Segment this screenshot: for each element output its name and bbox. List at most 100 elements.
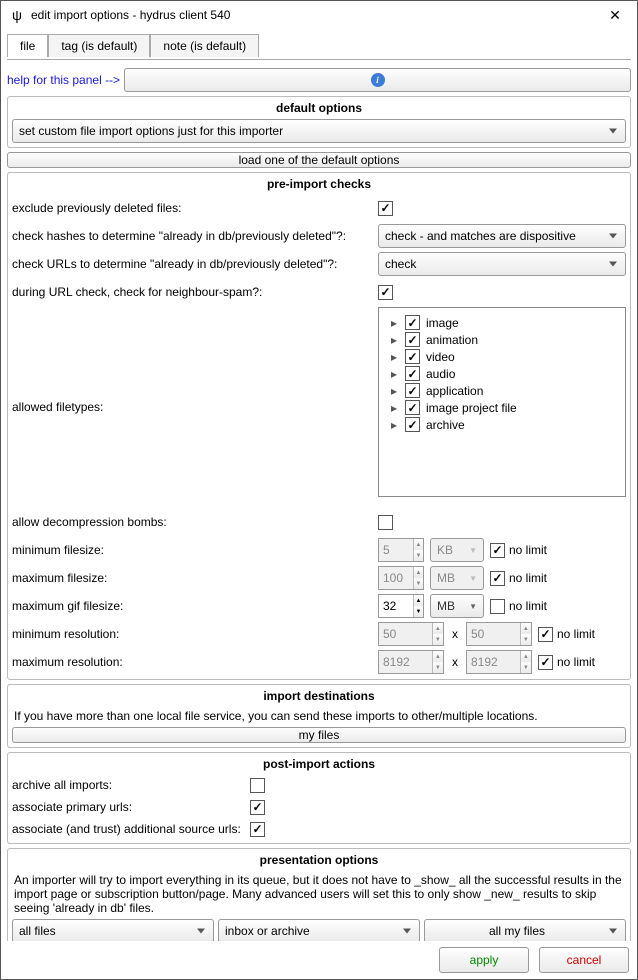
maxgif-unit[interactable]: MB▼: [430, 594, 484, 618]
tab-divider: [7, 59, 631, 60]
minfs-nolimit-checkbox[interactable]: [490, 543, 505, 558]
apply-button[interactable]: apply: [439, 947, 529, 973]
help-label: help for this panel -->: [7, 73, 120, 87]
cancel-button[interactable]: cancel: [539, 947, 629, 973]
filetype-application[interactable]: ▸application: [389, 382, 615, 399]
chevron-right-icon[interactable]: ▸: [389, 401, 399, 415]
additional-label: associate (and trust) additional source …: [12, 822, 244, 836]
hash-select[interactable]: check - and matches are dispositive: [378, 224, 626, 248]
minres-row: minimum resolution: ▲▼ x ▲▼ no limit: [12, 621, 626, 647]
tab-file[interactable]: file: [7, 34, 48, 57]
primary-checkbox[interactable]: [250, 800, 265, 815]
maxfs-label: maximum filesize:: [12, 571, 372, 585]
filetype-checkbox[interactable]: [405, 383, 420, 398]
exclude-row: exclude previously deleted files:: [12, 195, 626, 221]
filetype-checkbox[interactable]: [405, 400, 420, 415]
neighbour-row: during URL check, check for neighbour-sp…: [12, 279, 626, 305]
help-bar: help for this panel --> i: [7, 68, 631, 92]
maxfs-nolimit-checkbox[interactable]: [490, 571, 505, 586]
minres-h-input: [467, 623, 520, 645]
load-defaults-button[interactable]: load one of the default options: [7, 152, 631, 168]
url-select[interactable]: check: [378, 252, 626, 276]
filetypes-tree[interactable]: ▸ image ▸ animation ▸ video ▸audio ▸applica…: [378, 307, 626, 497]
footer: apply cancel: [1, 941, 637, 979]
maxfs-spinner: ▲▼: [378, 566, 424, 590]
chevron-right-icon[interactable]: ▸: [389, 367, 399, 381]
tab-note[interactable]: note (is default): [150, 34, 259, 57]
minres-h-spinner: ▲▼: [466, 622, 532, 646]
hash-label: check hashes to determine "already in db…: [12, 229, 372, 243]
pres-group: presentation options An importer will tr…: [7, 848, 631, 941]
maxfs-row: maximum filesize: ▲▼ MB▼ no limit: [12, 565, 626, 591]
defaults-select-value: set custom file import options just for …: [19, 124, 283, 138]
maxres-nolimit-checkbox[interactable]: [538, 655, 553, 670]
maxres-row: maximum resolution: ▲▼ x ▲▼ no limit: [12, 649, 626, 675]
filetype-label: video: [426, 350, 455, 364]
url-row: check URLs to determine "already in db/p…: [12, 251, 626, 277]
filetype-audio[interactable]: ▸audio: [389, 365, 615, 382]
filetype-image[interactable]: ▸ image: [389, 314, 615, 331]
maxres-h-spinner: ▲▼: [466, 650, 532, 674]
chevron-right-icon[interactable]: ▸: [389, 316, 399, 330]
filetype-video[interactable]: ▸ video: [389, 348, 615, 365]
help-button[interactable]: i: [124, 68, 631, 92]
window-title: edit import options - hydrus client 540: [31, 8, 595, 22]
primary-label: associate primary urls:: [12, 800, 244, 814]
exclude-checkbox[interactable]: [378, 201, 393, 216]
filetype-checkbox[interactable]: [405, 366, 420, 381]
apply-label: apply: [470, 953, 499, 967]
x-label: x: [450, 655, 460, 669]
archive-row: archive all imports:: [12, 775, 626, 795]
maxres-nolimit-label: no limit: [557, 655, 595, 669]
chevron-right-icon[interactable]: ▸: [389, 418, 399, 432]
neighbour-checkbox[interactable]: [378, 285, 393, 300]
pre-import-group: pre-import checks exclude previously del…: [7, 172, 631, 680]
titlebar: ψ edit import options - hydrus client 54…: [1, 1, 637, 29]
additional-checkbox[interactable]: [250, 822, 265, 837]
filetype-checkbox[interactable]: [405, 349, 420, 364]
tab-tag[interactable]: tag (is default): [48, 34, 150, 57]
dest-myfiles-button[interactable]: my files: [12, 727, 626, 743]
decomp-checkbox[interactable]: [378, 515, 393, 530]
minfs-label: minimum filesize:: [12, 543, 372, 557]
filetypes-label: allowed filetypes:: [12, 400, 372, 414]
maxres-h-input: [467, 651, 520, 673]
filetype-checkbox[interactable]: [405, 315, 420, 330]
minres-nolimit-checkbox[interactable]: [538, 627, 553, 642]
additional-row: associate (and trust) additional source …: [12, 819, 626, 839]
pres-sel1[interactable]: all files: [12, 919, 214, 941]
filetype-checkbox[interactable]: [405, 332, 420, 347]
minres-w-input: [379, 623, 432, 645]
chevron-right-icon[interactable]: ▸: [389, 350, 399, 364]
chevron-right-icon[interactable]: ▸: [389, 333, 399, 347]
filetype-label: image: [426, 316, 459, 330]
pres-selects: all files inbox or archive all my files: [12, 919, 626, 941]
close-icon[interactable]: ✕: [595, 2, 635, 28]
maxfs-unit: MB▼: [430, 566, 484, 590]
primary-row: associate primary urls:: [12, 797, 626, 817]
pres-sel3[interactable]: all my files: [424, 919, 626, 941]
filetype-checkbox[interactable]: [405, 417, 420, 432]
maxgif-input[interactable]: [379, 595, 413, 617]
pres-sel3-value: all my files: [489, 924, 545, 938]
maxgif-spinner[interactable]: ▲▼: [378, 594, 424, 618]
pres-sel2[interactable]: inbox or archive: [218, 919, 420, 941]
chevron-right-icon[interactable]: ▸: [389, 384, 399, 398]
minfs-spinner: ▲▼: [378, 538, 424, 562]
defaults-select[interactable]: set custom file import options just for …: [12, 119, 626, 143]
maxgif-nolimit-checkbox[interactable]: [490, 599, 505, 614]
minfs-input: [379, 539, 413, 561]
post-group: post-import actions archive all imports:…: [7, 752, 631, 844]
x-label: x: [450, 627, 460, 641]
pres-title: presentation options: [12, 851, 626, 869]
filetype-image-project[interactable]: ▸image project file: [389, 399, 615, 416]
archive-checkbox[interactable]: [250, 778, 265, 793]
filetype-animation[interactable]: ▸ animation: [389, 331, 615, 348]
exclude-label: exclude previously deleted files:: [12, 201, 372, 215]
pre-import-title: pre-import checks: [12, 175, 626, 193]
dest-myfiles-label: my files: [299, 728, 340, 742]
filetype-label: animation: [426, 333, 478, 347]
maxgif-row: maximum gif filesize: ▲▼ MB▼ no limit: [12, 593, 626, 619]
dest-text: If you have more than one local file ser…: [12, 707, 626, 725]
filetype-archive[interactable]: ▸archive: [389, 416, 615, 433]
